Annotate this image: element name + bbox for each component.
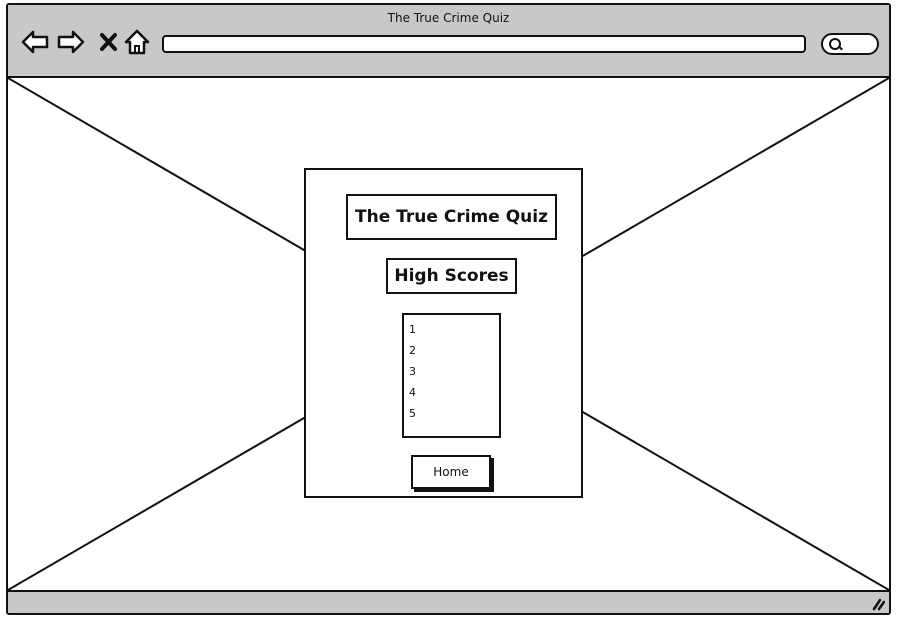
search-field[interactable] [821, 33, 879, 55]
high-score-item-2: 2 [409, 344, 416, 357]
home-button[interactable]: Home [411, 455, 491, 489]
high-scores-panel: The True Crime Quiz High Scores 1 2 3 4 … [304, 168, 583, 498]
high-score-item-5: 5 [409, 407, 416, 420]
resize-grip-icon[interactable] [869, 595, 885, 611]
high-score-item-3: 3 [409, 365, 416, 378]
page-viewport: The True Crime Quiz High Scores 1 2 3 4 … [8, 78, 889, 590]
home-icon[interactable] [122, 27, 152, 57]
high-scores-heading: High Scores [386, 258, 517, 294]
high-score-item-1: 1 [409, 323, 416, 336]
address-bar[interactable] [162, 35, 806, 53]
quiz-title: The True Crime Quiz [346, 194, 557, 240]
status-bar [8, 590, 889, 613]
back-arrow-icon[interactable] [20, 27, 50, 57]
browser-toolbar: The True Crime Quiz [8, 5, 889, 78]
browser-window: The True Crime Quiz The True Crime Quiz … [6, 3, 891, 615]
high-score-item-4: 4 [409, 386, 416, 399]
high-scores-list: 1 2 3 4 5 [402, 313, 501, 438]
stop-icon[interactable] [94, 27, 124, 57]
forward-arrow-icon[interactable] [56, 27, 86, 57]
window-title: The True Crime Quiz [387, 11, 510, 25]
